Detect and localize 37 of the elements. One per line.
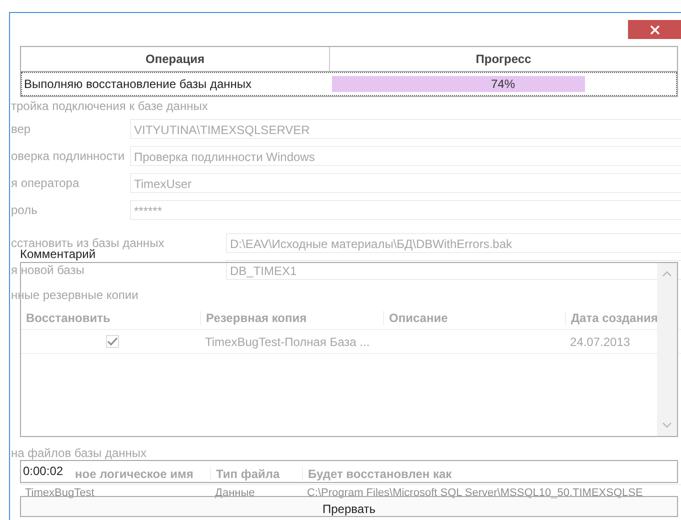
scroll-down-icon[interactable] bbox=[662, 422, 672, 428]
column-header: Резервная копия bbox=[200, 310, 383, 324]
field-label: я оператора bbox=[11, 176, 80, 190]
field-label: вер bbox=[11, 122, 32, 136]
input-field[interactable]: ****** bbox=[130, 200, 681, 220]
cancel-button[interactable]: Прервать bbox=[20, 496, 678, 517]
scroll-up-icon[interactable] bbox=[662, 271, 672, 277]
close-button[interactable] bbox=[628, 20, 681, 39]
section-title: тройка подключения к базе данных bbox=[11, 98, 209, 115]
operation-cell-text: Выполняю восстановление базы данных bbox=[23, 77, 253, 91]
input-field[interactable]: VITYUTINA\TIMEXSQLSERVER bbox=[130, 118, 681, 138]
table-cell: 24.07.2013 bbox=[570, 334, 630, 348]
column-header: Будет восстановлен как bbox=[302, 467, 681, 481]
column-header: Описание bbox=[383, 310, 565, 324]
progress-reading: 74% bbox=[490, 76, 516, 92]
input-field[interactable]: D:\EAV\Исходные материалы\БД\DBWithErrors.bak bbox=[226, 232, 681, 252]
scrollbar[interactable] bbox=[657, 263, 677, 436]
column-header: Тип файла bbox=[210, 467, 302, 481]
checkbox[interactable] bbox=[106, 335, 119, 348]
column-header: ное логическое имя bbox=[74, 467, 194, 481]
close-icon bbox=[650, 24, 660, 34]
input-field[interactable]: DB_TIMEX1 bbox=[226, 260, 681, 280]
column-header: Операция bbox=[144, 51, 206, 68]
input-field[interactable]: TimexUser bbox=[130, 172, 681, 192]
field-label: роль bbox=[11, 202, 38, 216]
input-field[interactable]: Проверка подлинности Windows bbox=[130, 146, 681, 166]
table-cell: TimexBugTest bbox=[25, 487, 94, 499]
table-cell: C:\Program Files\Microsoft SQL Server\MSSQL10_50.TIMEXSQLSE bbox=[307, 487, 643, 499]
column-header: Восстановить bbox=[20, 310, 200, 324]
table-cell: TimexBugTest-Полная База ... bbox=[205, 334, 370, 348]
table-cell: Данные bbox=[215, 487, 255, 499]
field-label: сстановить из базы данных bbox=[11, 236, 166, 250]
field-label: я новой базы bbox=[11, 262, 86, 276]
comment-label: Комментарий bbox=[20, 247, 96, 262]
field-label: оверка подлинности bbox=[11, 148, 126, 162]
column-header: Прогресс bbox=[329, 47, 677, 71]
section-title: на файлов базы данных bbox=[11, 445, 148, 462]
